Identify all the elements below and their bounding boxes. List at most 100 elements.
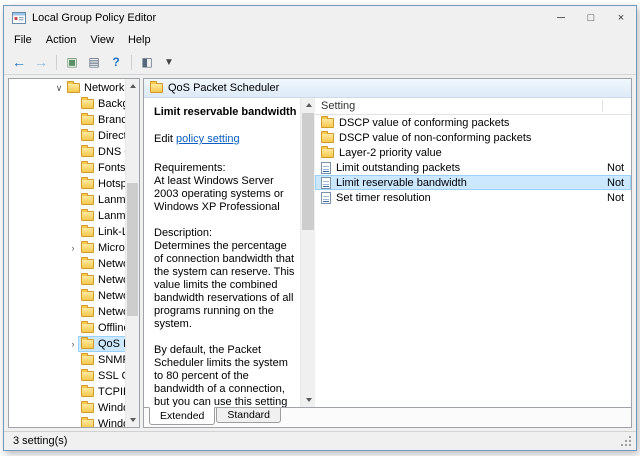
folder-icon (81, 275, 94, 285)
filter-icon[interactable]: ▼ (159, 52, 179, 72)
tree-item[interactable]: Branch (9, 112, 125, 128)
collapse-icon[interactable]: ∨ (53, 83, 65, 94)
tree-item[interactable]: › QoS Pa (9, 336, 125, 352)
folder-icon (81, 307, 94, 317)
folder-icon (81, 99, 94, 109)
folder-icon (81, 131, 94, 141)
export-list-icon[interactable]: ▤ (84, 52, 104, 72)
main-area: ∨ Network Backgr B (4, 75, 636, 431)
scrollbar-thumb[interactable] (127, 183, 138, 315)
scroll-down-arrow-icon[interactable] (301, 393, 316, 407)
app-icon (12, 11, 26, 25)
scrollbar-thumb[interactable] (302, 113, 314, 230)
description-scrollbar[interactable] (300, 98, 315, 407)
tree-item[interactable]: Windo (9, 400, 125, 416)
tree-item-label: Windo (94, 402, 125, 414)
tree-item[interactable]: Fonts (9, 160, 125, 176)
setting-row[interactable]: DSCP value of non-conforming packets (315, 130, 631, 145)
tree-item-network[interactable]: ∨ Network (9, 80, 125, 96)
back-icon[interactable]: ← (9, 52, 29, 72)
forward-icon[interactable]: → (31, 52, 51, 72)
tree-item[interactable]: SNMP (9, 352, 125, 368)
tree-scrollbar[interactable] (125, 79, 139, 427)
policy-setting-link[interactable]: policy setting (176, 133, 240, 145)
tree-item[interactable]: Netwo (9, 288, 125, 304)
setting-row[interactable]: Limit reservable bandwidth Not (315, 175, 631, 190)
folder-icon (81, 371, 94, 381)
expand-icon[interactable]: › (67, 339, 79, 349)
maximize-button[interactable]: □ (576, 6, 606, 30)
tree-item-label: Lanma (94, 194, 125, 206)
folder-icon (81, 419, 94, 427)
local-group-policy-editor-window: Local Group Policy Editor ─ □ × FileActi… (3, 5, 637, 451)
setting-state: Not (607, 162, 624, 174)
tree-item-label: Micros (94, 242, 125, 254)
console-tree-icon[interactable]: ◧ (137, 52, 157, 72)
folder-icon (81, 323, 94, 333)
status-bar: 3 setting(s) (4, 431, 636, 450)
tree-item[interactable]: DirectA (9, 128, 125, 144)
view-tab[interactable]: Standard (216, 408, 281, 423)
tree-item-label: TCPIP (94, 386, 125, 398)
setting-state: Not (607, 192, 624, 204)
setting-row[interactable]: Layer-2 priority value (315, 145, 631, 160)
tree-item[interactable]: DNS C (9, 144, 125, 160)
folder-icon (67, 83, 80, 93)
tree-item[interactable]: Lanma (9, 192, 125, 208)
setting-row[interactable]: Set timer resolution Not (315, 190, 631, 205)
folder-icon (81, 211, 94, 221)
scroll-up-arrow-icon[interactable] (126, 79, 140, 93)
policy-icon (321, 177, 331, 189)
title-bar[interactable]: Local Group Policy Editor ─ □ × (4, 6, 636, 30)
requirements-block: Requirements: At least Windows Server 20… (154, 162, 296, 214)
tree-item[interactable]: TCPIP (9, 384, 125, 400)
tree-item[interactable]: Netwo (9, 304, 125, 320)
scroll-up-arrow-icon[interactable] (301, 98, 316, 112)
tree-item[interactable]: Netwo (9, 256, 125, 272)
tree-item[interactable]: Backgr (9, 96, 125, 112)
tree-item[interactable]: Link-La (9, 224, 125, 240)
up-one-level-icon[interactable]: ▣ (62, 52, 82, 72)
resize-grip[interactable] (629, 444, 631, 446)
folder-icon (81, 259, 94, 269)
menu-item[interactable]: View (83, 32, 121, 48)
tree-item-label: Hotspo (94, 178, 125, 190)
menu-bar: FileActionViewHelp (4, 30, 636, 50)
tree-item[interactable]: SSL Co (9, 368, 125, 384)
toolbar-separator[interactable] (56, 55, 57, 70)
toolbar-separator[interactable] (131, 55, 132, 70)
help-icon[interactable]: ? (106, 52, 126, 72)
folder-icon (81, 179, 94, 189)
tree-item[interactable]: Hotspo (9, 176, 125, 192)
folder-icon (81, 147, 94, 157)
setting-row[interactable]: DSCP value of conforming packets (315, 115, 631, 130)
close-button[interactable]: × (606, 6, 636, 30)
tree-item[interactable]: Netwo (9, 272, 125, 288)
expand-icon[interactable]: › (67, 243, 79, 253)
folder-icon (150, 83, 163, 93)
tree-item[interactable]: Lanma (9, 208, 125, 224)
tree-item[interactable]: Windo (9, 416, 125, 427)
menu-item[interactable]: File (7, 32, 39, 48)
menu-item[interactable]: Action (39, 32, 84, 48)
setting-row[interactable]: Limit outstanding packets Not (315, 160, 631, 175)
description-block: Description: Determines the percentage o… (154, 227, 296, 331)
scroll-down-arrow-icon[interactable] (126, 413, 140, 427)
setting-column-header[interactable]: Setting (315, 98, 631, 115)
tree-item-label: SSL Co (94, 370, 125, 382)
tree-item-label: Netwo (94, 258, 125, 270)
tree-item-label: Fonts (94, 162, 125, 174)
console-tree-pane: ∨ Network Backgr B (8, 78, 140, 428)
setting-state: Not (607, 177, 624, 189)
result-header-label: QoS Packet Scheduler (168, 82, 279, 94)
tree-item-label: Netwo (94, 290, 125, 302)
menu-item[interactable]: Help (121, 32, 158, 48)
tree-item-label: Branch (94, 114, 125, 126)
setting-name: Limit outstanding packets (336, 162, 460, 174)
tree-item-label: SNMP (94, 354, 125, 366)
folder-icon (81, 339, 94, 349)
tree-item[interactable]: Offline (9, 320, 125, 336)
view-tab[interactable]: Extended (149, 407, 215, 425)
tree-item[interactable]: › Micros (9, 240, 125, 256)
minimize-button[interactable]: ─ (546, 6, 576, 30)
